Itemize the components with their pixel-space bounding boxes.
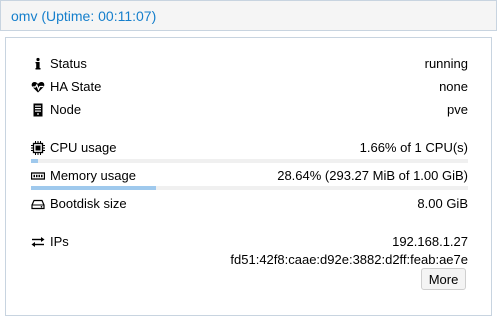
status-value: running: [424, 56, 468, 71]
bootdisk-label: Bootdisk size: [50, 196, 127, 211]
node-row: Node pve: [6, 101, 493, 119]
node-label: Node: [50, 102, 82, 117]
bootdisk-row: Bootdisk size 8.00 GiB: [6, 195, 493, 213]
bootdisk-value: 8.00 GiB: [417, 196, 468, 211]
ips-row: IPs 192.168.1.27: [6, 233, 493, 251]
memory-icon: [31, 169, 45, 183]
ha-state-row: HA State none: [6, 78, 493, 96]
cpu-usage-value: 1.66% of 1 CPU(s): [359, 140, 468, 155]
node-value: pve: [447, 102, 468, 117]
cpu-usage-row: CPU usage 1.66% of 1 CPU(s): [6, 139, 493, 157]
heartbeat-icon: [31, 80, 45, 94]
ip-v4-value: 192.168.1.27: [392, 234, 468, 249]
cpu-usage-bar: [31, 159, 468, 163]
memory-usage-bar-fill: [31, 186, 156, 190]
memory-usage-row: Memory usage 28.64% (293.27 MiB of 1.00 …: [6, 167, 493, 185]
memory-usage-bar: [31, 186, 468, 190]
ip-v6-value: fd51:42f8:caae:d92e:3882:d2ff:feab:ae7e: [230, 252, 468, 267]
cpu-usage-label: CPU usage: [50, 140, 117, 155]
info-icon: [31, 57, 45, 71]
server-icon: [31, 103, 45, 117]
exchange-arrows-icon: [31, 235, 45, 249]
hard-drive-icon: [31, 197, 45, 211]
panel-body: Status running HA State none Node pve CP…: [5, 37, 492, 316]
memory-usage-value: 28.64% (293.27 MiB of 1.00 GiB): [277, 168, 468, 183]
cpu-usage-bar-fill: [31, 159, 38, 163]
ha-state-label: HA State: [50, 79, 102, 94]
memory-usage-label: Memory usage: [50, 168, 136, 183]
cpu-chip-icon: [31, 141, 45, 155]
ha-state-value: none: [439, 79, 468, 94]
guest-summary-panel: omv (Uptime: 00:11:07) Status running HA…: [0, 0, 497, 322]
more-button[interactable]: More: [421, 268, 466, 290]
panel-header: omv (Uptime: 00:11:07): [0, 0, 497, 31]
status-row: Status running: [6, 55, 493, 73]
status-label: Status: [50, 56, 87, 71]
panel-title: omv (Uptime: 00:11:07): [11, 8, 157, 24]
ipv6-row: fd51:42f8:caae:d92e:3882:d2ff:feab:ae7e: [6, 251, 493, 269]
ips-label: IPs: [50, 234, 69, 249]
